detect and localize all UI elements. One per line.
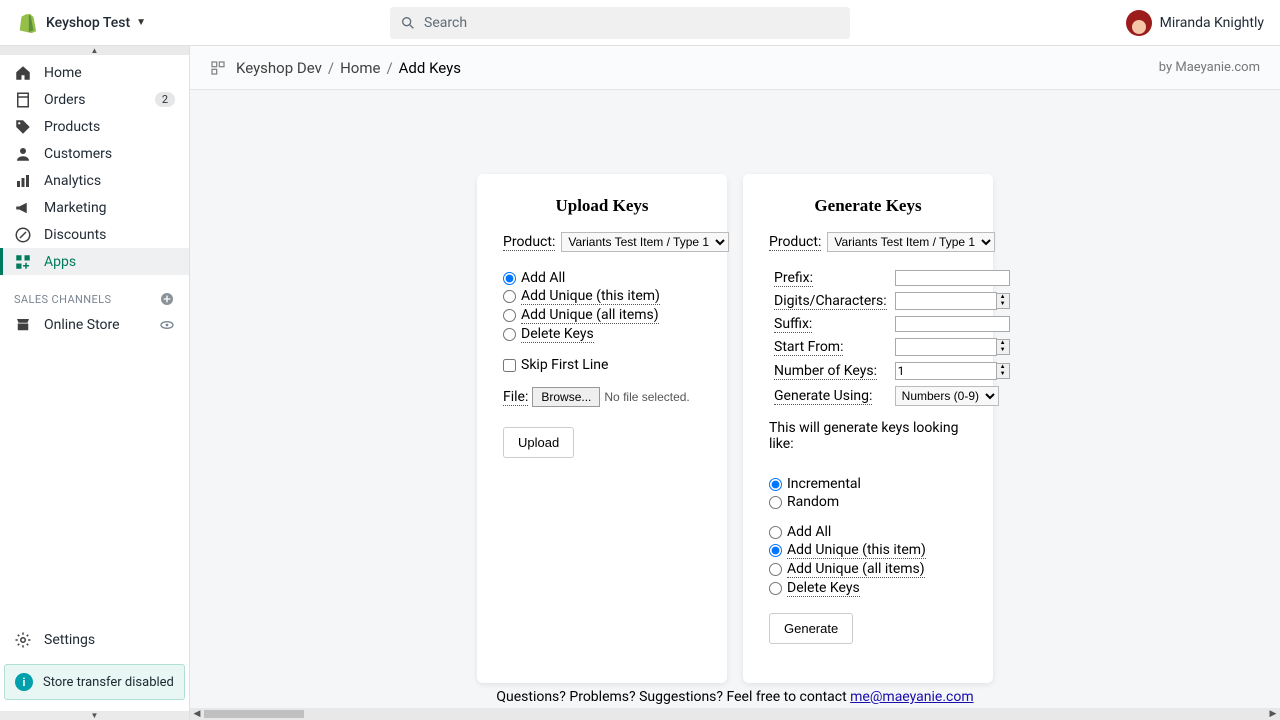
generate-title: Generate Keys (769, 196, 967, 216)
upload-product-label: Product: (503, 234, 555, 251)
user-menu[interactable]: Miranda Knightly (1126, 10, 1264, 36)
start-label: Start From: (774, 339, 843, 356)
breadcrumb-app-icon (210, 60, 226, 76)
gen-product-label: Product: (769, 234, 821, 251)
transfer-notice[interactable]: i Store transfer disabled (4, 664, 185, 700)
sidebar-item-products[interactable]: Products (0, 113, 189, 140)
sidebar-section-channels: SALES CHANNELS (0, 275, 189, 311)
chart-icon (14, 172, 32, 190)
scroll-right-icon[interactable]: ▶ (1266, 709, 1280, 719)
upload-button[interactable]: Upload (503, 427, 574, 458)
breadcrumb-app[interactable]: Keyshop Dev (236, 59, 322, 77)
numkeys-spinner[interactable]: ▲▼ (997, 363, 1010, 379)
sidebar-item-settings[interactable]: Settings (0, 622, 189, 658)
upload-radio-add-all[interactable]: Add All (503, 270, 701, 286)
gen-radio-delete[interactable]: Delete Keys (769, 580, 967, 597)
no-file-text: No file selected. (604, 390, 689, 404)
sidebar-item-analytics[interactable]: Analytics (0, 167, 189, 194)
scroll-left-icon[interactable]: ◀ (190, 709, 204, 719)
generate-button[interactable]: Generate (769, 613, 853, 644)
add-channel-icon[interactable] (159, 291, 175, 307)
gen-radio-unique-all[interactable]: Add Unique (all items) (769, 561, 967, 578)
breadcrumb: Keyshop Dev / Home / Add Keys by Maeyani… (190, 46, 1280, 90)
numkeys-label: Number of Keys: (774, 363, 877, 380)
numkeys-input[interactable] (895, 362, 997, 380)
main-area: Keyshop Dev / Home / Add Keys by Maeyani… (190, 46, 1280, 720)
orders-badge: 2 (155, 92, 175, 107)
search-placeholder: Search (424, 15, 467, 31)
using-select[interactable]: Numbers (0-9) (895, 386, 999, 406)
sidebar-item-orders[interactable]: Orders 2 (0, 86, 189, 113)
home-icon (14, 64, 32, 82)
preview-text: This will generate keys looking like: (769, 420, 967, 452)
upload-skip-first[interactable]: Skip First Line (503, 357, 701, 373)
using-label: Generate Using: (774, 388, 872, 405)
upload-radio-unique-all[interactable]: Add Unique (all items) (503, 307, 701, 324)
sidebar-item-home[interactable]: Home (0, 59, 189, 86)
discount-icon (14, 226, 32, 244)
chevron-down-icon: ▼ (136, 17, 146, 28)
breadcrumb-current: Add Keys (399, 59, 461, 77)
gen-radio-unique-item[interactable]: Add Unique (this item) (769, 542, 967, 559)
shopify-logo-icon (16, 12, 38, 34)
generate-card: Generate Keys Product: Variants Test Ite… (743, 174, 993, 683)
start-input[interactable] (895, 338, 997, 356)
eye-icon[interactable] (159, 317, 175, 333)
gen-mode-random[interactable]: Random (769, 494, 967, 510)
browse-button[interactable]: Browse... (532, 387, 600, 407)
apps-icon (14, 253, 32, 271)
prefix-label: Prefix: (774, 270, 813, 287)
horizontal-scrollbar[interactable]: ◀ ▶ (190, 708, 1280, 720)
scroll-down-icon[interactable]: ▼ (0, 711, 189, 720)
store-switcher[interactable]: Keyshop Test ▼ (46, 15, 146, 31)
upload-file-label: File: (503, 389, 528, 406)
suffix-input[interactable] (895, 316, 1010, 332)
footer-email[interactable]: me@maeyanie.com (850, 689, 973, 705)
digits-spinner[interactable]: ▲▼ (997, 293, 1010, 309)
suffix-label: Suffix: (774, 316, 812, 333)
avatar (1126, 10, 1152, 36)
breadcrumb-home[interactable]: Home (340, 59, 380, 77)
megaphone-icon (14, 199, 32, 217)
search-input[interactable]: Search (390, 7, 850, 39)
orders-icon (14, 91, 32, 109)
gen-product-select[interactable]: Variants Test Item / Type 1 (827, 232, 995, 252)
start-spinner[interactable]: ▲▼ (997, 339, 1010, 355)
upload-card: Upload Keys Product: Variants Test Item … (477, 174, 727, 683)
sidebar-item-discounts[interactable]: Discounts (0, 221, 189, 248)
tag-icon (14, 118, 32, 136)
sidebar-item-online-store[interactable]: Online Store (0, 311, 189, 338)
store-icon (14, 316, 32, 334)
digits-input[interactable] (895, 292, 997, 310)
digits-label: Digits/Characters: (774, 293, 887, 310)
sidebar-item-apps[interactable]: Apps (0, 248, 189, 275)
topbar: Keyshop Test ▼ Search Miranda Knightly (0, 0, 1280, 46)
gear-icon (14, 631, 32, 649)
info-icon: i (15, 673, 33, 691)
store-name: Keyshop Test (46, 15, 130, 31)
sidebar-item-customers[interactable]: Customers (0, 140, 189, 167)
gen-mode-incremental[interactable]: Incremental (769, 476, 967, 492)
sidebar: ▲ Home Orders 2 Products Customers Anal (0, 46, 190, 720)
user-name: Miranda Knightly (1160, 15, 1264, 31)
upload-radio-unique-item[interactable]: Add Unique (this item) (503, 288, 701, 305)
upload-product-select[interactable]: Variants Test Item / Type 1 (561, 232, 729, 252)
scroll-up-icon[interactable]: ▲ (0, 46, 189, 55)
scroll-thumb[interactable] (204, 710, 304, 718)
prefix-input[interactable] (895, 270, 1010, 286)
attribution: by Maeyanie.com (1159, 60, 1260, 75)
upload-radio-delete[interactable]: Delete Keys (503, 326, 701, 343)
search-icon (400, 15, 416, 31)
person-icon (14, 145, 32, 163)
footer: Questions? Problems? Suggestions? Feel f… (190, 683, 1280, 708)
gen-radio-add-all[interactable]: Add All (769, 524, 967, 540)
upload-title: Upload Keys (503, 196, 701, 216)
sidebar-item-marketing[interactable]: Marketing (0, 194, 189, 221)
